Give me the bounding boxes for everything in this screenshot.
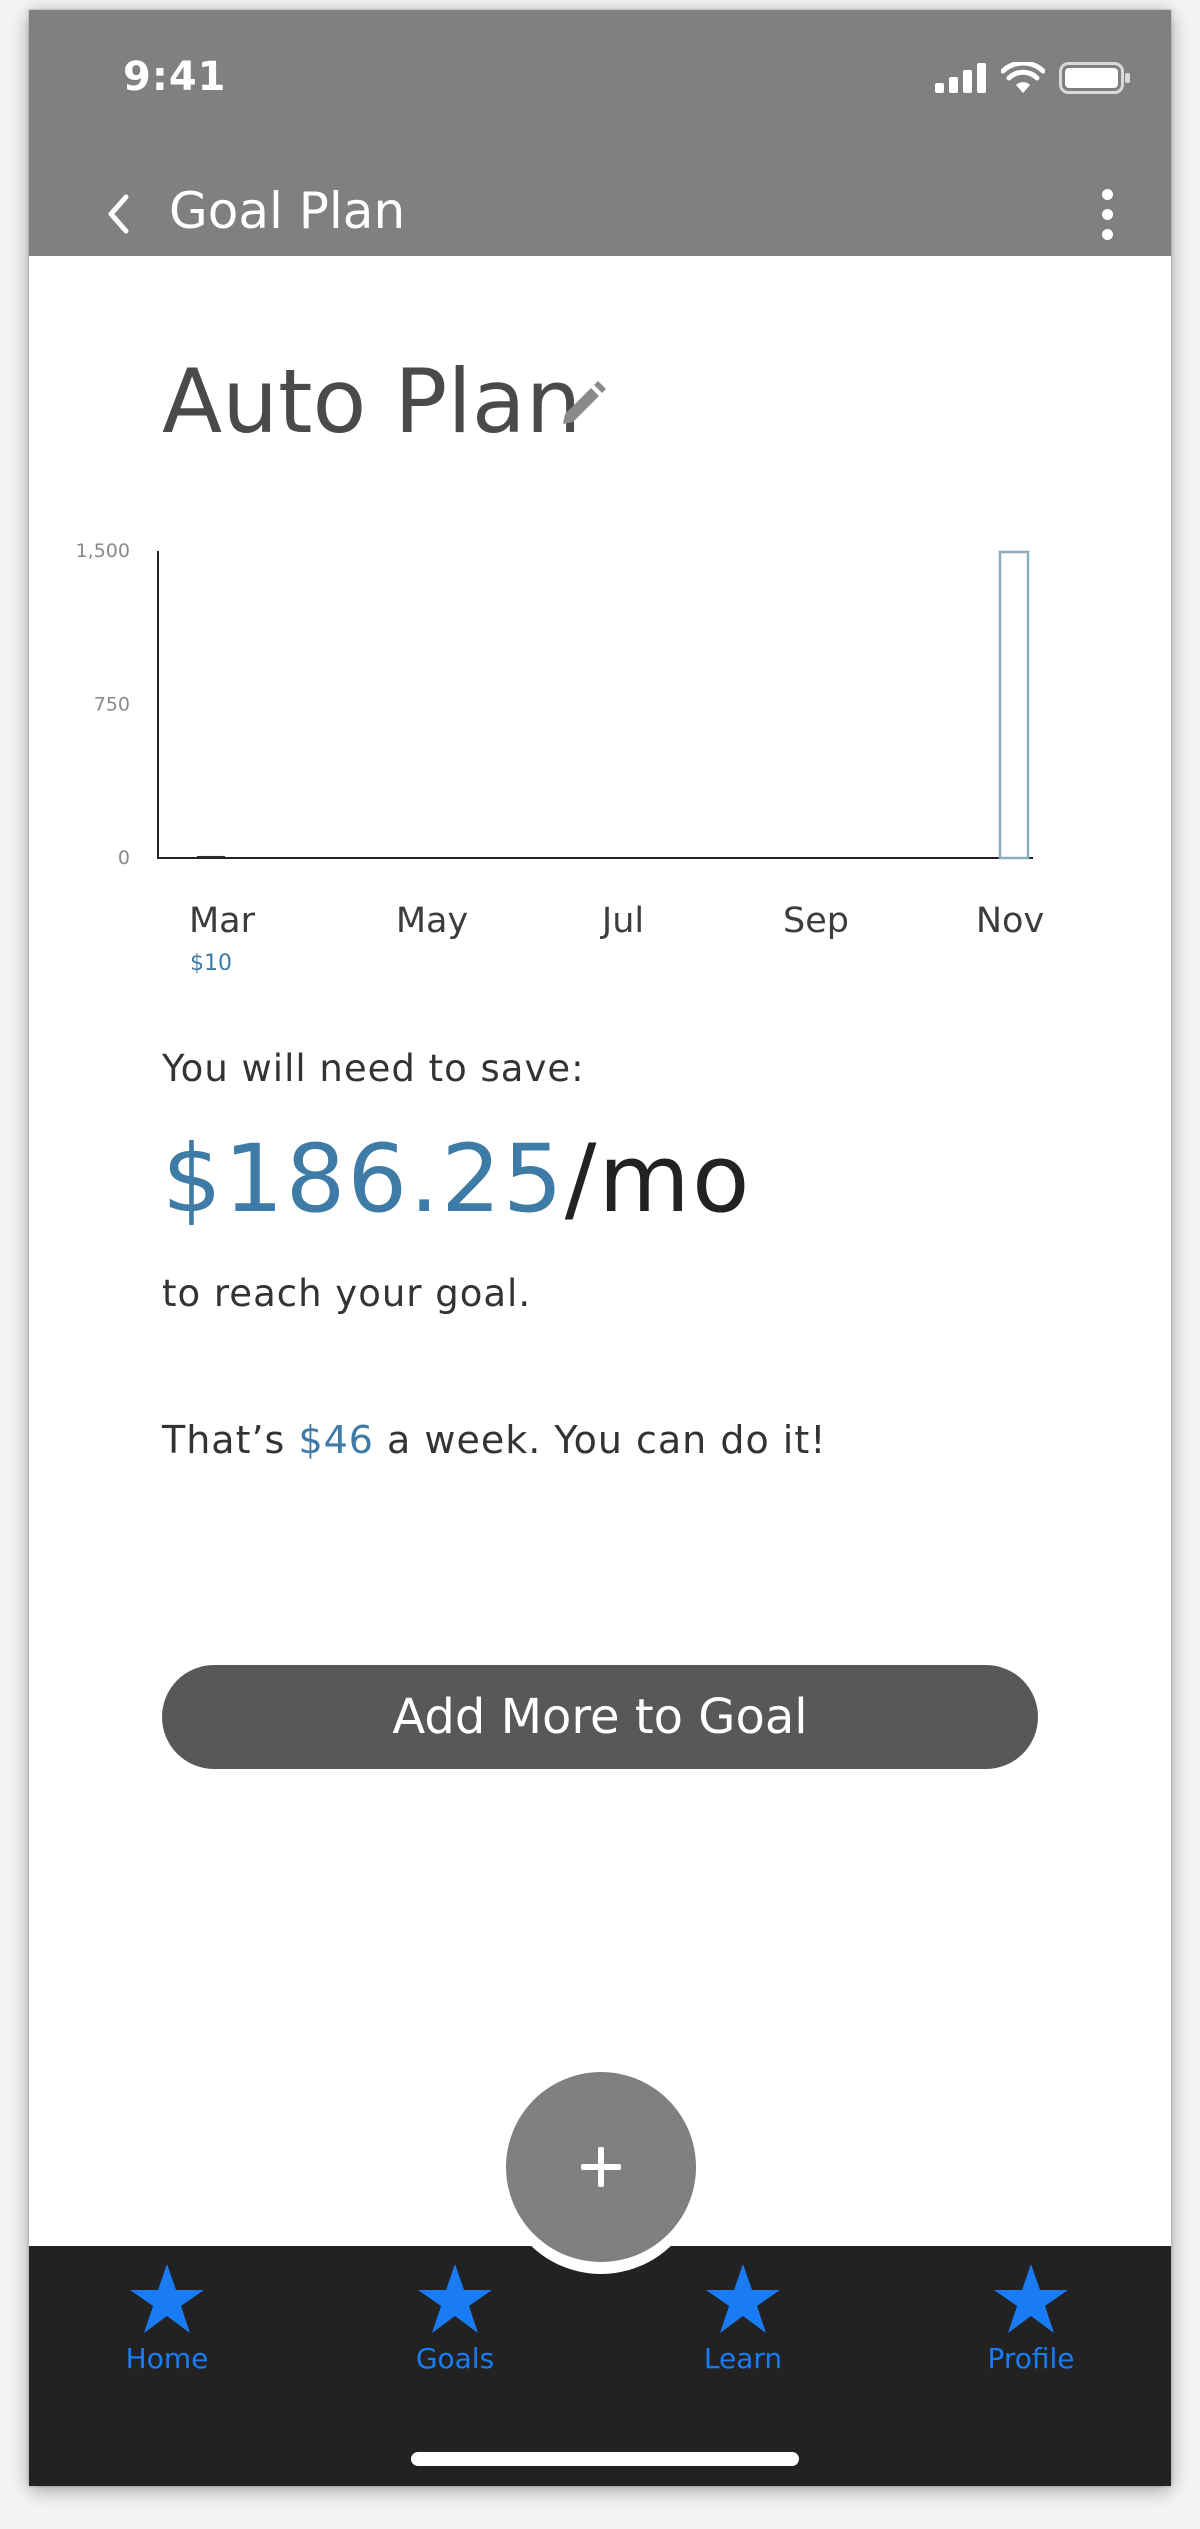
add-fab-button[interactable] <box>506 2072 696 2262</box>
y-tick-label: 0 <box>118 847 130 869</box>
x-tick-label: Nov <box>976 901 1044 941</box>
wifi-icon <box>1001 62 1045 93</box>
weekly-summary: That’s $46 a week. You can do it! <box>162 1418 826 1462</box>
y-tick-label: 750 <box>94 694 130 716</box>
tab-label: Profile <box>987 2342 1075 2375</box>
weekly-amount: $46 <box>298 1418 374 1462</box>
more-dot-icon <box>1101 188 1113 200</box>
back-button[interactable] <box>89 178 149 250</box>
battery-icon <box>1059 62 1130 94</box>
y-tick-label: 1,500 <box>76 540 130 562</box>
status-icons <box>935 62 1131 94</box>
bar-nov-target <box>998 550 1030 860</box>
page-title: Goal Plan <box>169 182 406 240</box>
chevron-left-icon <box>108 194 129 234</box>
save-tail-text: to reach your goal. <box>162 1272 532 1315</box>
save-lead-text: You will need to save: <box>162 1047 585 1090</box>
pencil-icon <box>563 381 606 424</box>
weekly-suffix: a week. You can do it! <box>373 1418 827 1462</box>
home-indicator <box>411 2452 799 2466</box>
monthly-amount: $186.25/mo <box>162 1125 751 1234</box>
plan-title: Auto Plan <box>162 350 582 453</box>
star-icon <box>130 2264 204 2333</box>
cellular-signal-icon <box>935 63 986 93</box>
status-time: 9:41 <box>123 54 227 100</box>
tab-goals[interactable]: Goals <box>355 2264 555 2375</box>
weekly-prefix: That’s <box>162 1418 299 1462</box>
x-tick-label: Sep <box>783 901 849 941</box>
add-more-to-goal-button[interactable]: Add More to Goal <box>162 1665 1038 1769</box>
tab-learn[interactable]: Learn <box>643 2264 843 2375</box>
phone-screen: 9:41 Goal Plan Auto Plan 0 750 1,500 Mar… <box>29 10 1171 2486</box>
star-icon <box>994 2264 1068 2333</box>
tab-label: Goals <box>415 2342 495 2375</box>
tab-label: Learn <box>703 2342 783 2375</box>
x-tick-label: Jul <box>600 901 644 941</box>
monthly-amount-unit: /mo <box>564 1125 752 1234</box>
tab-label: Home <box>125 2342 209 2375</box>
star-icon <box>706 2264 780 2333</box>
x-tick-label: May <box>396 901 468 941</box>
more-dot-icon <box>1101 208 1113 220</box>
tab-profile[interactable]: Profile <box>931 2264 1131 2375</box>
star-icon <box>418 2264 492 2333</box>
savings-chart: 0 750 1,500 Mar May Jul Sep Nov $10 <box>76 540 1045 976</box>
tab-home[interactable]: Home <box>67 2264 267 2375</box>
top-bar: 9:41 Goal Plan <box>29 10 1171 256</box>
bar-data-label: $10 <box>190 951 232 976</box>
more-dot-icon <box>1101 228 1113 240</box>
more-options-button[interactable] <box>1083 178 1131 250</box>
edit-title-button[interactable] <box>557 380 607 434</box>
bar-mar <box>197 855 225 858</box>
plus-icon <box>581 2147 621 2187</box>
monthly-amount-value: $186.25 <box>162 1125 565 1234</box>
x-tick-label: Mar <box>189 901 256 941</box>
